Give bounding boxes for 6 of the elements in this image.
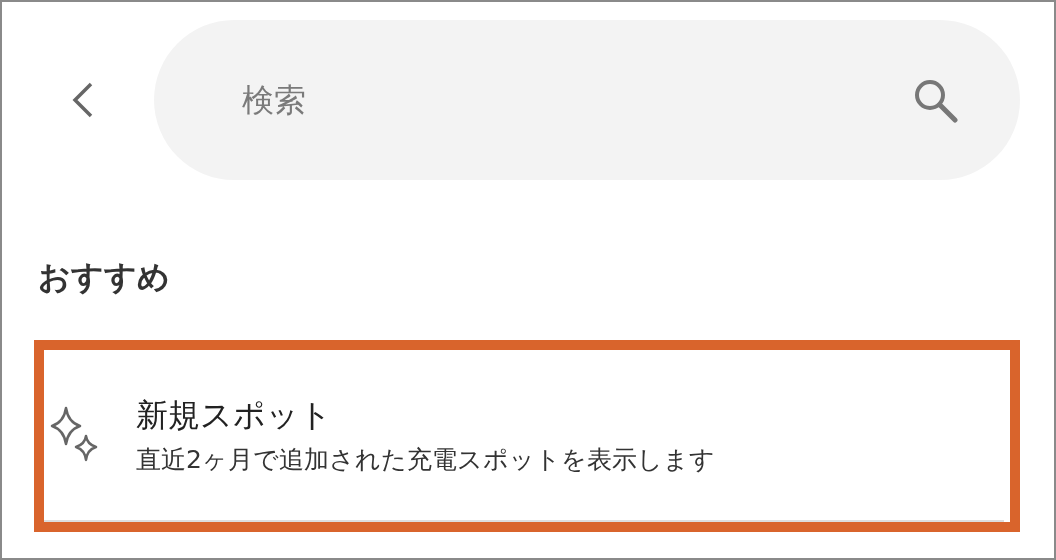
section-title: おすすめ <box>38 258 170 297</box>
search-icon[interactable] <box>912 77 958 123</box>
item-description: 直近2ヶ月で追加された充電スポットを表示します <box>136 444 715 475</box>
list-item[interactable]: 新規スポット 直近2ヶ月で追加された充電スポットを表示します <box>34 340 1020 533</box>
search-field[interactable]: 検索 <box>154 20 1020 180</box>
item-title: 新規スポット <box>136 396 333 435</box>
